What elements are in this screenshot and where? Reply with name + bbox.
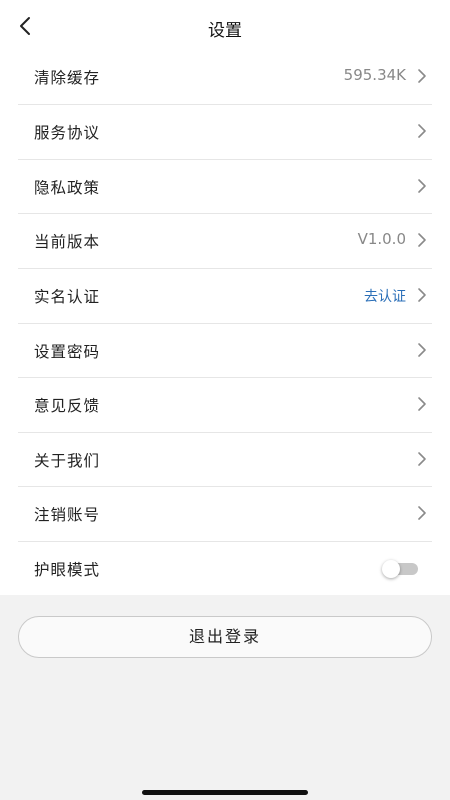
chevron-right-icon xyxy=(418,506,426,520)
version-value: V1.0.0 xyxy=(357,230,406,248)
verify-link[interactable]: 去认证 xyxy=(364,286,406,306)
feedback-row[interactable]: 意见反馈 xyxy=(18,377,432,431)
chevron-right-icon xyxy=(418,397,426,411)
service-agreement-row[interactable]: 服务协议 xyxy=(18,104,432,158)
chevron-right-icon xyxy=(418,124,426,138)
chevron-right-icon xyxy=(418,233,426,247)
clear-cache-row[interactable]: 清除缓存 595.34K xyxy=(18,50,432,104)
chevron-right-icon xyxy=(418,179,426,193)
cache-size-value: 595.34K xyxy=(343,66,406,84)
row-label: 服务协议 xyxy=(34,124,101,142)
row-label: 注销账号 xyxy=(34,506,101,524)
logout-button[interactable]: 退出登录 xyxy=(18,616,432,658)
row-label: 意见反馈 xyxy=(34,397,101,415)
row-label: 关于我们 xyxy=(34,452,101,470)
row-label: 清除缓存 xyxy=(34,69,101,87)
row-label: 设置密码 xyxy=(34,343,101,361)
set-password-row[interactable]: 设置密码 xyxy=(18,323,432,377)
row-label: 当前版本 xyxy=(34,233,101,251)
chevron-right-icon xyxy=(418,343,426,357)
chevron-right-icon xyxy=(418,452,426,466)
settings-list: 清除缓存 595.34K 服务协议 隐私政策 当前版本 V1.0.0 实名认证 … xyxy=(0,50,450,595)
eye-protection-toggle[interactable] xyxy=(382,560,418,578)
row-label: 隐私政策 xyxy=(34,179,101,197)
navigation-bar: 设置 xyxy=(0,0,450,50)
real-name-verification-row[interactable]: 实名认证 去认证 xyxy=(18,268,432,322)
row-label: 实名认证 xyxy=(34,288,101,306)
home-indicator xyxy=(142,790,308,795)
chevron-right-icon xyxy=(418,288,426,302)
toggle-knob xyxy=(382,560,400,578)
about-us-row[interactable]: 关于我们 xyxy=(18,432,432,486)
eye-protection-row: 护眼模式 xyxy=(18,541,432,595)
chevron-right-icon xyxy=(418,69,426,83)
current-version-row[interactable]: 当前版本 V1.0.0 xyxy=(18,213,432,267)
page-title: 设置 xyxy=(208,21,242,41)
privacy-policy-row[interactable]: 隐私政策 xyxy=(18,159,432,213)
row-label: 护眼模式 xyxy=(34,561,101,579)
delete-account-row[interactable]: 注销账号 xyxy=(18,486,432,540)
